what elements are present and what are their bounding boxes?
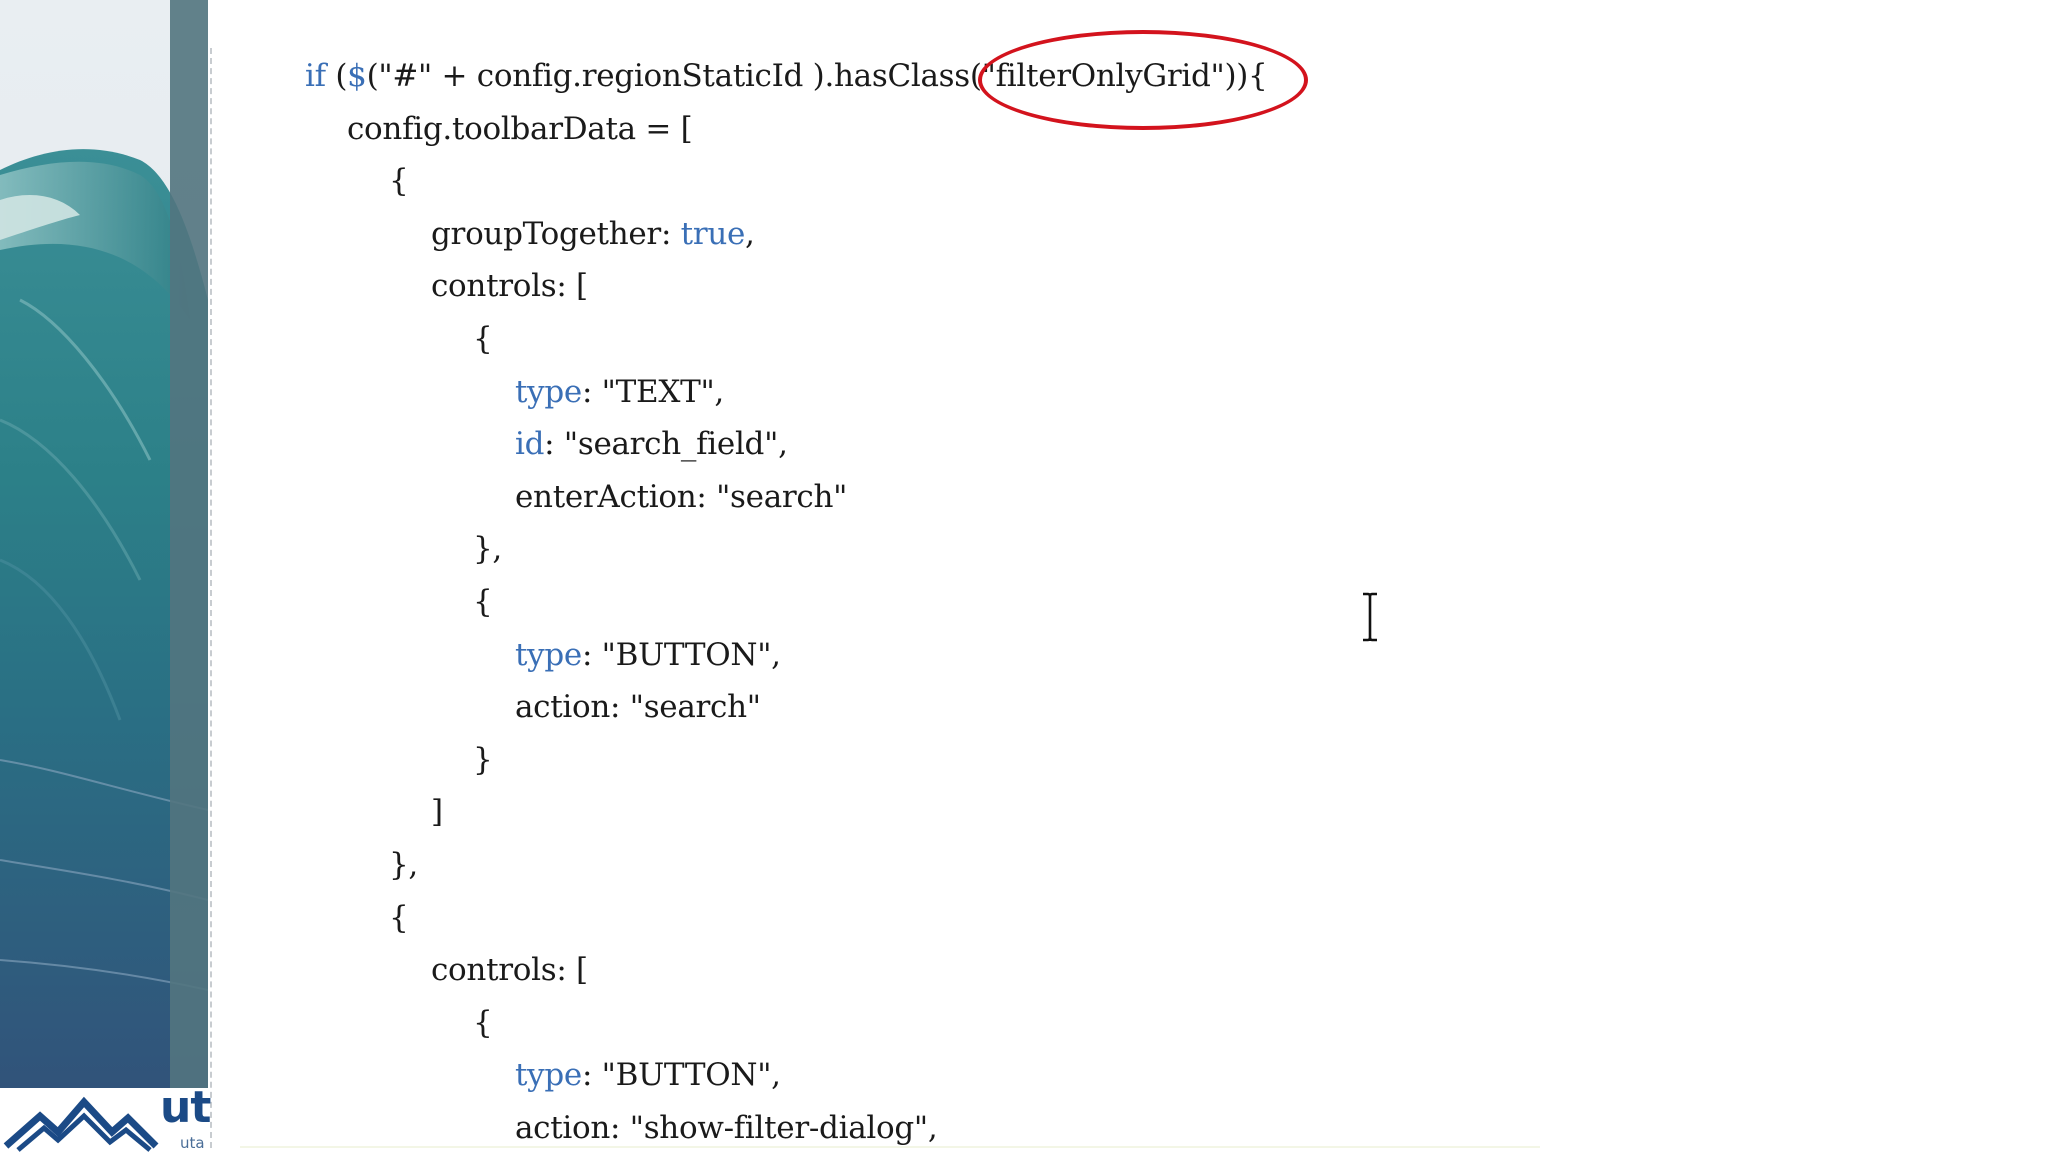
code-line: type: "BUTTON", (515, 1055, 781, 1095)
code-line: controls: [ (431, 950, 588, 990)
code-text: action: "show-filter-dialog", (515, 1110, 938, 1146)
code-line: controls: [ (431, 266, 588, 306)
code-line: id: "search_field", (515, 424, 788, 464)
code-text: enterAction: "search" (515, 478, 848, 515)
code-text: action: "search" (515, 689, 761, 726)
text-ibeam-cursor-icon (1363, 592, 1377, 642)
code-keyword: id (515, 426, 545, 463)
code-text: : "BUTTON", (581, 1057, 781, 1094)
code-text: }, (389, 847, 418, 883)
code-line: action: "show-filter-dialog", (515, 1108, 938, 1148)
code-keyword: type (515, 373, 582, 410)
code-line: ] (431, 792, 443, 832)
code-line: { (389, 161, 409, 201)
code-line: }, (473, 529, 502, 569)
code-text: groupTogether: (431, 215, 681, 252)
code-text: { (473, 321, 493, 357)
code-keyword: $ (347, 58, 367, 94)
code-line: { (389, 898, 409, 938)
code-text: controls: [ (431, 952, 588, 989)
code-line: type: "BUTTON", (515, 635, 781, 675)
code-text: { (473, 1004, 493, 1041)
code-text: : "BUTTON", (581, 636, 781, 673)
code-line: enterAction: "search" (515, 477, 847, 517)
slide-canvas: ut uta if ($("#" + config.regionStaticId… (0, 0, 2048, 1152)
code-text: }, (473, 531, 502, 568)
code-text: : "search_field", (544, 426, 788, 463)
code-text: ] (431, 794, 443, 831)
code-line: config.toolbarData = [ (347, 109, 693, 149)
code-keyword: if (305, 58, 326, 94)
code-keyword: true (680, 215, 746, 252)
code-keyword: type (515, 1057, 582, 1094)
code-line: { (473, 1003, 493, 1043)
code-text: { (389, 163, 409, 200)
code-text: { (473, 584, 493, 620)
code-listing: if ($("#" + config.regionStaticId ).hasC… (0, 0, 2048, 1152)
code-line: { (473, 582, 493, 622)
code-text: controls: [ (431, 268, 588, 305)
code-text: { (389, 899, 409, 936)
code-text: config.toolbarData = [ (347, 110, 693, 147)
code-keyword: type (515, 636, 582, 673)
code-text: : "TEXT", (581, 373, 724, 410)
code-text: } (473, 741, 493, 778)
code-line: action: "search" (515, 687, 761, 727)
code-line: { (473, 319, 493, 359)
code-line: } (473, 740, 493, 780)
page-bottom-line (240, 1146, 1540, 1148)
annotation-highlight-ellipse (978, 30, 1308, 130)
code-line: groupTogether: true, (431, 214, 755, 254)
code-text: ( (325, 58, 348, 94)
code-text: , (745, 215, 755, 252)
code-line: }, (389, 845, 418, 885)
code-line: type: "TEXT", (515, 372, 724, 412)
